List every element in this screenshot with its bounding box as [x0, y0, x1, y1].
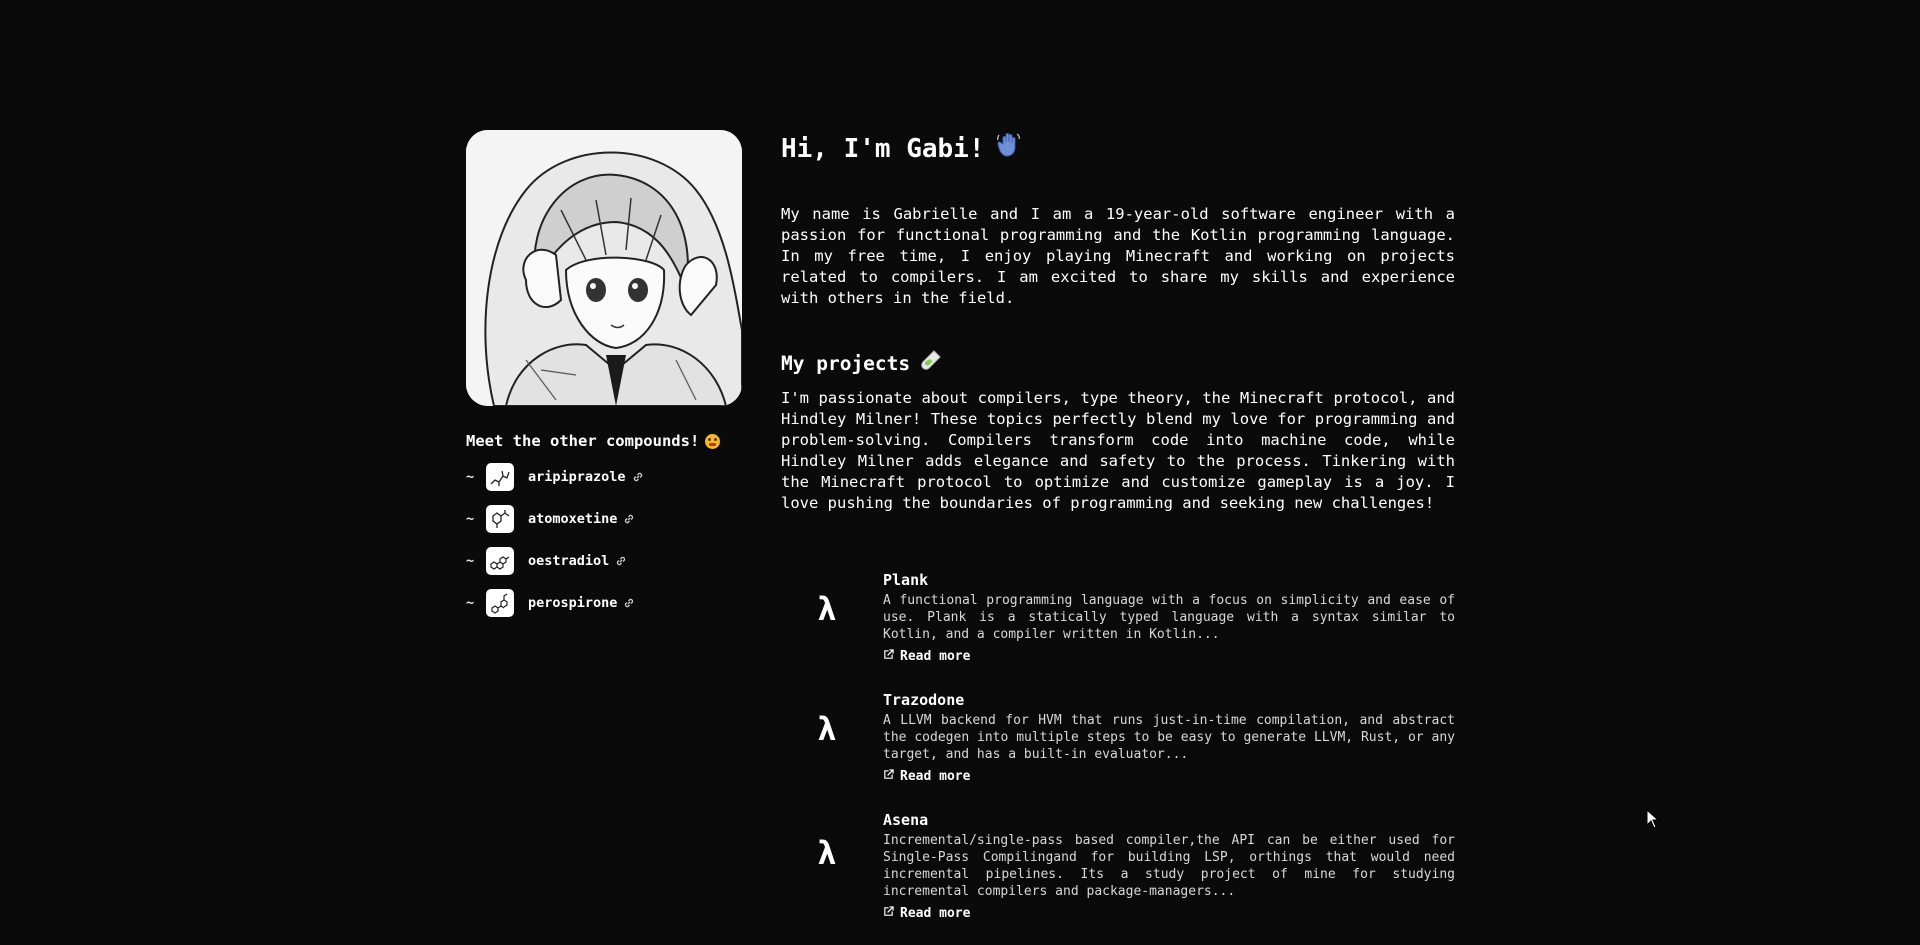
intro-paragraph: My name is Gabrielle and I am a 19-year-…	[781, 205, 1455, 307]
tilde-bullet: ~	[466, 595, 475, 611]
friend-item-oestradiol[interactable]: ~ oestradiol	[466, 546, 742, 576]
read-more-link[interactable]: Read more	[883, 649, 970, 664]
chain-link-icon	[623, 597, 635, 609]
project-body: Plank A functional programming language …	[883, 570, 1455, 664]
read-more-link[interactable]: Read more	[883, 906, 970, 921]
sidebar: Meet the other compounds! ~ aripiprazole…	[466, 130, 742, 630]
read-more-label: Read more	[900, 649, 971, 664]
read-more-label: Read more	[900, 906, 971, 921]
friend-item-aripiprazole[interactable]: ~ aripiprazole	[466, 462, 742, 492]
project-description: A functional programming language with a…	[883, 593, 1455, 642]
test-tube-icon	[920, 349, 942, 378]
page: Meet the other compounds! ~ aripiprazole…	[0, 0, 1920, 945]
grimacing-face-icon	[705, 433, 721, 449]
friend-link-label[interactable]: perospirone	[528, 595, 617, 611]
avatar-illustration	[466, 130, 742, 406]
friends-heading: Meet the other compounds!	[466, 432, 742, 450]
project-title: Asena	[883, 811, 929, 829]
molecule-icon	[486, 547, 514, 575]
chain-link-icon	[623, 513, 635, 525]
tilde-bullet: ~	[466, 511, 475, 527]
projects-heading: My projects	[781, 349, 1455, 378]
project-card-plank: λ Plank A functional programming languag…	[781, 570, 1455, 680]
molecule-icon	[486, 589, 514, 617]
friend-link-label[interactable]: oestradiol	[528, 553, 609, 569]
avatar	[466, 130, 742, 406]
lambda-icon: λ	[817, 710, 837, 748]
friend-link-label[interactable]: aripiprazole	[528, 469, 626, 485]
friend-item-perospirone[interactable]: ~ perospirone	[466, 588, 742, 618]
lambda-icon: λ	[817, 590, 837, 628]
project-title: Plank	[883, 571, 929, 589]
project-description: A LLVM backend for HVM that runs just-in…	[883, 713, 1455, 762]
project-card-trazodone: λ Trazodone A LLVM backend for HVM that …	[781, 690, 1455, 800]
chain-link-icon	[632, 471, 644, 483]
read-more-link[interactable]: Read more	[883, 769, 970, 784]
read-more-label: Read more	[900, 769, 971, 784]
external-link-icon	[883, 906, 894, 921]
page-title: Hi, I'm Gabi!	[781, 130, 1455, 168]
molecule-icon	[486, 463, 514, 491]
chain-link-icon	[615, 555, 627, 567]
waving-hand-icon	[995, 130, 1023, 168]
project-body: Asena Incremental/single-pass based comp…	[883, 810, 1455, 921]
molecule-icon	[486, 505, 514, 533]
main-content: Hi, I'm Gabi! My name is Gabrielle and I…	[781, 130, 1455, 921]
external-link-icon	[883, 649, 894, 664]
mouse-cursor-icon	[1646, 808, 1660, 833]
project-body: Trazodone A LLVM backend for HVM that ru…	[883, 690, 1455, 784]
tilde-bullet: ~	[466, 553, 475, 569]
tilde-bullet: ~	[466, 469, 475, 485]
projects-title: My projects	[781, 351, 911, 375]
project-card-asena: λ Asena Incremental/single-pass based co…	[781, 810, 1455, 930]
friends-title: Meet the other compounds!	[466, 432, 700, 450]
lambda-icon: λ	[817, 834, 837, 872]
project-description: Incremental/single-pass based compiler,t…	[883, 833, 1455, 899]
friend-list: ~ aripiprazole ~ atomoxetine ~ oestradio…	[466, 462, 742, 618]
projects-intro-paragraph: I'm passionate about compilers, type the…	[781, 389, 1455, 512]
friend-link-label[interactable]: atomoxetine	[528, 511, 617, 527]
friend-item-atomoxetine[interactable]: ~ atomoxetine	[466, 504, 742, 534]
external-link-icon	[883, 769, 894, 784]
greeting-text: Hi, I'm Gabi!	[781, 134, 985, 164]
project-title: Trazodone	[883, 691, 965, 709]
